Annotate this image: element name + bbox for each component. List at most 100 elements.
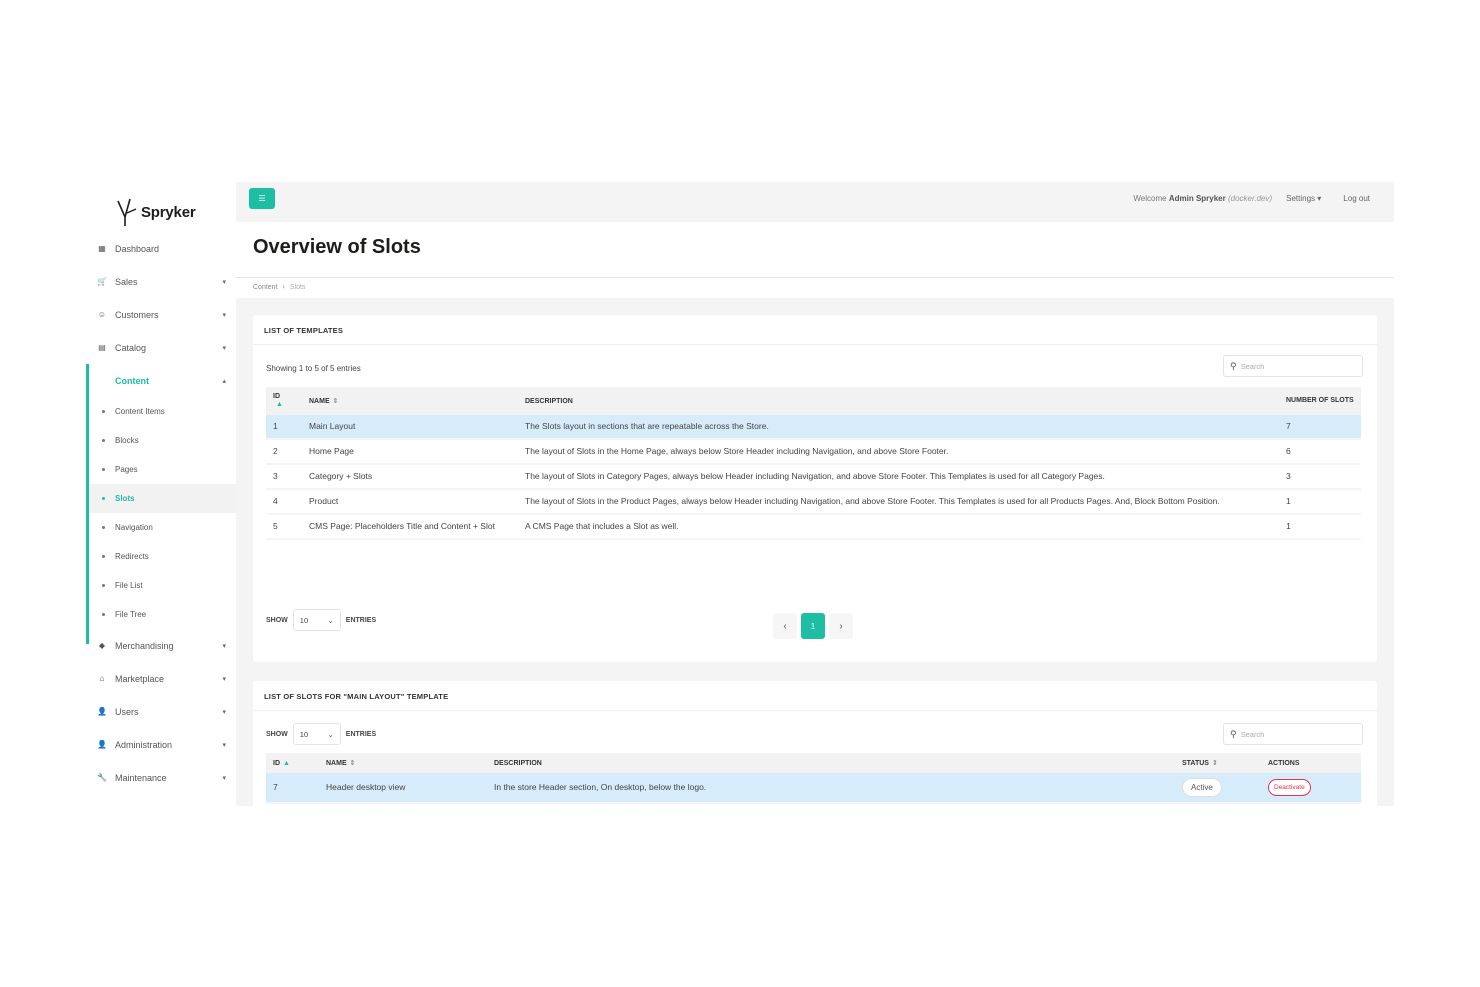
table-row[interactable]: 7 Header desktop view In the store Heade… [266,773,1361,804]
sidebar-subitem-label: Slots [115,494,135,503]
settings-label: Settings [1286,194,1316,203]
sidebar-item-label: Customers [115,309,159,320]
slots-search-input[interactable]: ⚲ Search [1223,723,1363,745]
bullet-icon [102,613,105,616]
show-label: Show [266,616,288,624]
column-label: Name [309,398,330,405]
cell-number-of-slots: 1 [1279,490,1361,515]
table-row[interactable]: 4 Product The layout of Slots in the Pro… [266,490,1361,515]
sidebar-item-label: Catalog [115,342,147,353]
templates-search-input[interactable]: ⚲ Search [1223,355,1363,377]
cell-description: The layout of Slots in the Home Page, al… [518,440,1279,465]
table-row[interactable]: 5 CMS Page: Placeholders Title and Conte… [266,515,1361,540]
next-page-button[interactable]: › [829,613,853,639]
column-label: ID [273,759,280,767]
deactivate-button[interactable]: Deactivate [1268,779,1311,796]
slots-table: ID ▲ Name ⇕ Description Status ⇕ Actions 7 … [266,753,1361,804]
sidebar-item-label: Marketplace [115,673,165,684]
sidebar-item-content[interactable]: Content ▴ [86,364,236,397]
sidebar-subitem-file-list[interactable]: File List [86,571,236,600]
logo-text: Spryker [141,203,196,221]
search-placeholder: Search [1240,361,1265,371]
column-header-id[interactable]: ID ▲ [266,753,319,773]
active-section-indicator [86,364,89,644]
breadcrumb-item-content[interactable]: Content [253,284,278,291]
sidebar-item-marketplace[interactable]: ⌂ Marketplace ▾ [86,662,236,695]
bullet-icon [102,555,105,558]
sidebar-item-administration[interactable]: 👤 Administration ▾ [86,728,236,761]
column-header-name[interactable]: Name ⇕ [302,387,518,415]
logout-link[interactable]: Log out [1343,194,1370,203]
slots-panel: List of slots for "Main Layout" template… [253,681,1377,806]
entries-label: Entries [345,616,377,624]
dashboard-icon: ▦ [98,244,106,253]
table-row[interactable]: 3 Category + Slots The layout of Slots i… [266,465,1361,490]
sort-asc-icon: ▲ [276,401,283,408]
sidebar-subitem-slots[interactable]: Slots [86,484,236,513]
column-header-actions: Actions [1261,753,1361,773]
page-size-value: 10 [299,729,309,739]
pagination: ‹ 1 › [773,613,853,639]
chevron-down-icon: ▾ [222,344,226,352]
sidebar-item-dashboard[interactable]: ▦ Dashboard [86,232,236,265]
cell-number-of-slots: 3 [1279,465,1361,490]
sidebar-item-merchandising[interactable]: ◆ Merchandising ▾ [86,629,236,662]
sidebar-subitem-redirects[interactable]: Redirects [86,542,236,571]
sort-asc-icon: ▲ [283,759,290,767]
sidebar-subitem-pages[interactable]: Pages [86,455,236,484]
user-menu: Welcome Admin Spryker (docker.dev) Setti… [1133,194,1370,203]
sidebar-item-label: Users [115,706,139,717]
cell-id: 2 [266,440,302,465]
caret-down-icon: ▾ [1317,194,1322,203]
column-header-description: Description [518,387,1279,415]
catalog-icon: ▤ [98,343,106,352]
breadcrumb-item-slots: Slots [289,284,306,291]
sidebar-item-maintenance[interactable]: 🔧 Maintenance ▾ [86,761,236,794]
column-label: Number of slots [1286,397,1354,404]
column-header-description: Description [487,753,1175,773]
column-label: Name [326,760,347,767]
chevron-down-icon: ▾ [222,741,226,749]
bullet-icon [102,410,105,413]
cell-name: Header desktop view [319,773,487,804]
settings-dropdown[interactable]: Settings ▾ [1286,194,1321,203]
sidebar-item-customers[interactable]: ☺ Customers ▾ [86,298,236,331]
table-row[interactable]: 2 Home Page The layout of Slots in the H… [266,440,1361,465]
spryker-logo[interactable]: Spryker [116,192,196,232]
sidebar-item-label: Content [115,375,149,386]
sidebar-subitem-label: File List [115,581,143,590]
column-label: Actions [1268,759,1300,767]
sidebar-subitem-label: File Tree [115,610,147,619]
column-header-status[interactable]: Status ⇕ [1175,753,1261,773]
chevron-down-icon: ▾ [222,774,226,782]
administration-icon: 👤 [97,740,107,749]
cell-id: 5 [266,515,302,540]
page-button-current[interactable]: 1 [801,613,825,639]
templates-panel: List of templates Showing 1 to 5 of 5 en… [253,315,1377,662]
sidebar-subitem-blocks[interactable]: Blocks [86,426,236,455]
sidebar-subitem-file-tree[interactable]: File Tree [86,600,236,629]
cell-id: 1 [266,415,302,440]
bullet-icon [102,584,105,587]
sidebar-item-label: Maintenance [115,772,167,783]
sidebar-subitem-content-items[interactable]: Content Items [86,397,236,426]
page-size-value: 10 [299,615,309,625]
sidebar-item-catalog[interactable]: ▤ Catalog ▾ [86,331,236,364]
cell-description: The layout of Slots in the Product Pages… [518,490,1279,515]
templates-table: ID ▲ Name ⇕ Description Number of slots 1 … [266,387,1361,540]
cart-icon: 🛒 [97,277,107,286]
cell-id: 3 [266,465,302,490]
menu-toggle-button[interactable]: ☰ [249,188,275,209]
cell-actions: Deactivate [1261,773,1361,804]
previous-page-button[interactable]: ‹ [773,613,797,639]
sidebar-subitem-label: Content Items [115,407,165,416]
sidebar-item-sales[interactable]: 🛒 Sales ▾ [86,265,236,298]
entries-info: Showing 1 to 5 of 5 entries [266,364,361,373]
table-row[interactable]: 1 Main Layout The Slots layout in sectio… [266,415,1361,440]
column-header-name[interactable]: Name ⇕ [319,753,487,773]
column-header-id[interactable]: ID ▲ [266,387,302,415]
page-size-select[interactable]: 10 ⌄ [292,609,341,631]
page-size-select[interactable]: 10 ⌄ [292,723,341,745]
sidebar-subitem-navigation[interactable]: Navigation [86,513,236,542]
sidebar-item-users[interactable]: 👤 Users ▾ [86,695,236,728]
